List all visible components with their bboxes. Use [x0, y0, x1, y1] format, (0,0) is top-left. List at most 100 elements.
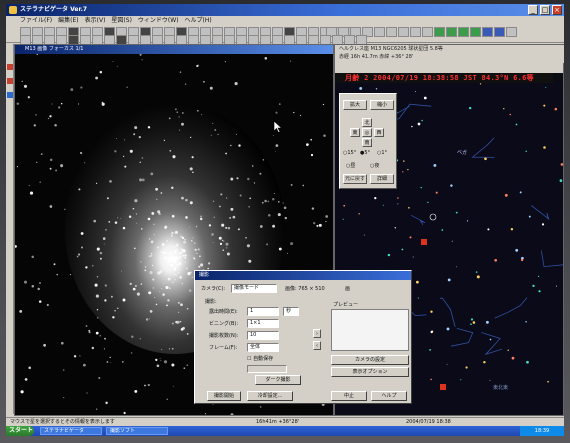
sky-star	[547, 380, 549, 383]
star	[73, 355, 77, 358]
star	[262, 159, 265, 161]
frame-select[interactable]: 全体	[247, 343, 279, 352]
tool-blue-icon[interactable]	[7, 92, 13, 98]
sky-star	[507, 349, 509, 352]
star	[132, 207, 135, 210]
green-mode-3-icon[interactable]	[458, 27, 469, 37]
frame-count-input[interactable]: 10	[247, 331, 279, 340]
camera-select[interactable]: 撮像モード	[231, 284, 277, 293]
save-format-select[interactable]	[247, 365, 287, 373]
star	[193, 242, 196, 245]
day-option[interactable]: ○昼	[346, 162, 355, 169]
star	[219, 242, 223, 246]
taskbar-item-capture[interactable]: 撮影ソフト	[106, 427, 168, 435]
stop-button[interactable]: 中止	[331, 391, 367, 401]
sky-star	[509, 113, 512, 116]
star	[49, 167, 52, 170]
auto-save-checkbox[interactable]: ☐ 自動保存	[247, 355, 273, 362]
status-bar: マウスで星を選択するとその情報を表示します 16h41m +36°28' 200…	[6, 417, 564, 426]
maximize-button[interactable]: □	[540, 5, 550, 15]
star	[185, 198, 188, 202]
menu-chart[interactable]: 星図(S)	[111, 16, 132, 25]
pan-down-button[interactable]: 南	[362, 138, 372, 147]
reset-button[interactable]: 元に戻す	[343, 174, 367, 184]
star	[36, 161, 38, 163]
frame-count-label: 撮影枚数(N):	[209, 333, 239, 339]
step-option-1[interactable]: ○15°	[343, 150, 356, 156]
menu-file[interactable]: ファイル(F)	[20, 16, 52, 25]
detail-button[interactable]: 詳細	[370, 174, 394, 184]
sun-icon[interactable]	[410, 27, 421, 37]
sky-icon[interactable]	[422, 27, 433, 37]
star	[96, 317, 99, 319]
start-capture-button[interactable]: 撮影開始	[207, 391, 241, 401]
star	[104, 284, 107, 287]
dark-capture-button[interactable]: ダーク撮影	[255, 375, 301, 385]
night-option[interactable]: ○夜	[370, 162, 379, 169]
app-title: ステラナビゲータ Ver.7	[20, 6, 88, 13]
star	[190, 136, 192, 138]
extra-icon[interactable]	[506, 27, 517, 37]
pan-up-button[interactable]: 北	[362, 118, 372, 127]
display-options-button[interactable]: 表示オプション	[331, 367, 409, 377]
star	[225, 226, 228, 229]
tool-red-2-icon[interactable]	[7, 78, 13, 84]
binning-select[interactable]: 1×1	[247, 319, 279, 328]
star	[218, 205, 221, 208]
tool-red-1-icon[interactable]	[7, 64, 13, 70]
star	[166, 304, 168, 307]
start-button[interactable]: スタート	[6, 426, 34, 436]
green-mode-icon[interactable]	[434, 27, 445, 37]
help-button[interactable]: ヘルプ	[371, 391, 407, 401]
menu-view[interactable]: 表示(V)	[85, 16, 106, 25]
label-icon[interactable]	[398, 27, 409, 37]
setup-camera-button[interactable]: カメラの設定	[331, 355, 409, 365]
sky-star	[447, 278, 451, 282]
minimize-button[interactable]: _	[528, 5, 538, 15]
star	[290, 60, 292, 62]
green-mode-4-icon[interactable]	[470, 27, 481, 37]
star	[136, 222, 137, 224]
cooling-button[interactable]: 冷却設定...	[247, 391, 293, 401]
remove-arrow-button[interactable]: ‹	[313, 341, 321, 350]
star	[171, 363, 175, 367]
close-button[interactable]: ×	[552, 5, 562, 15]
blue-mode-2-icon[interactable]	[494, 27, 505, 37]
star	[237, 228, 240, 231]
sky-star	[415, 280, 419, 284]
star	[325, 215, 329, 218]
step-option-2[interactable]: ●5°	[360, 150, 370, 156]
star	[28, 184, 30, 187]
star	[230, 207, 234, 211]
sky-star	[489, 379, 491, 381]
center-button[interactable]: ◎	[362, 128, 372, 137]
zoom-out-button[interactable]: 縮小	[370, 100, 394, 110]
sky-star	[417, 297, 419, 299]
galactic-icon[interactable]	[386, 27, 397, 37]
sky-star	[435, 191, 438, 194]
add-arrow-button[interactable]: ›	[313, 329, 321, 338]
exposure-input[interactable]: 1	[247, 307, 279, 316]
sky-star	[520, 258, 524, 262]
blue-mode-icon[interactable]	[482, 27, 493, 37]
preview-area[interactable]	[331, 309, 409, 351]
taskbar-item-stellanavi[interactable]: ステラナビゲータ	[40, 427, 102, 435]
zoom-in-button[interactable]: 拡大	[343, 100, 367, 110]
step-option-3[interactable]: ○1°	[377, 150, 387, 156]
star	[94, 283, 98, 287]
sky-star	[420, 186, 422, 189]
pan-right-button[interactable]: 西	[374, 128, 384, 137]
star	[208, 224, 212, 227]
ecliptic-icon[interactable]	[374, 27, 385, 37]
green-mode-2-icon[interactable]	[446, 27, 457, 37]
menu-help[interactable]: ヘルプ(H)	[185, 16, 212, 25]
menu-window[interactable]: ウィンドウ(W)	[138, 16, 179, 25]
sky-star	[511, 356, 515, 360]
exposure-unit-select[interactable]: 秒	[283, 307, 299, 316]
menu-edit[interactable]: 編集(E)	[58, 16, 78, 25]
star	[128, 215, 132, 219]
sky-star	[476, 275, 480, 279]
star	[99, 251, 103, 255]
star	[131, 335, 134, 339]
pan-left-button[interactable]: 東	[350, 128, 360, 137]
